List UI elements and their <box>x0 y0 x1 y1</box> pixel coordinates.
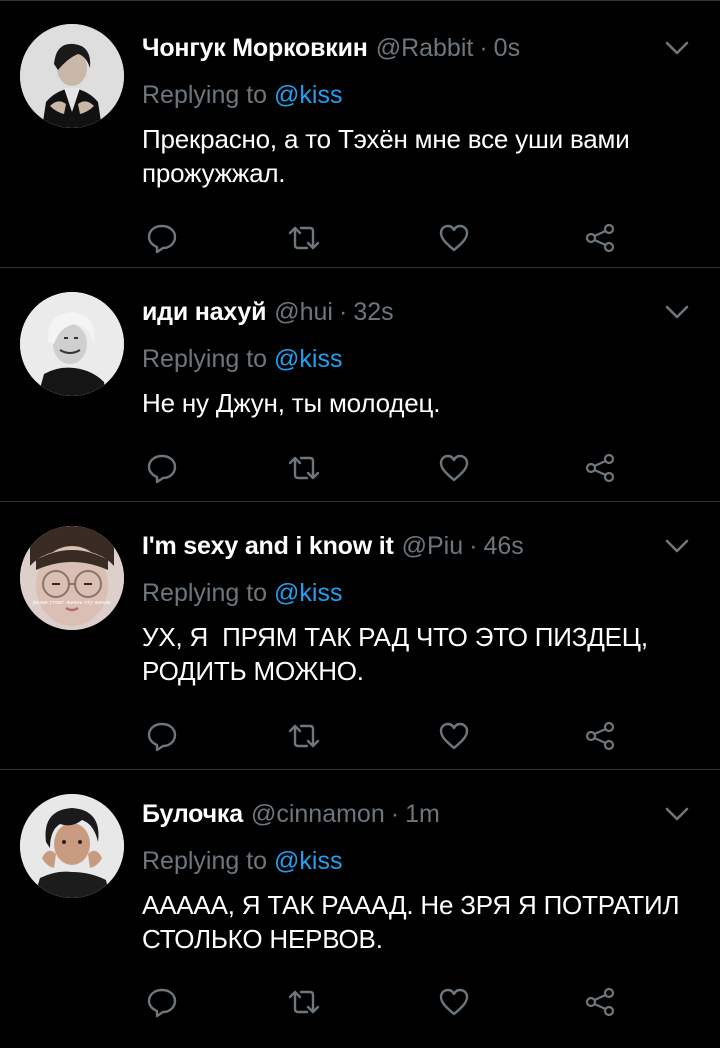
retweet-icon <box>288 226 320 250</box>
tweet-actions <box>142 448 622 488</box>
share-button[interactable] <box>580 982 620 1022</box>
like-button[interactable] <box>434 982 474 1022</box>
share-icon <box>585 721 615 751</box>
chevron-down-icon[interactable] <box>662 38 692 58</box>
separator-dot: · <box>390 800 400 828</box>
tweet-text: Прекрасно, а то Тэхён мне все уши вами п… <box>142 124 630 188</box>
share-icon <box>585 987 615 1017</box>
reply-button[interactable] <box>142 982 182 1022</box>
replying-to-handle[interactable]: @kiss <box>274 579 342 607</box>
heart-icon <box>439 224 469 252</box>
tweet[interactable]: Булочка @cinnamon · 1m Replying to @kiss… <box>0 770 720 1048</box>
separator-dot: · <box>479 34 488 62</box>
replying-to-label: Replying to <box>142 81 268 109</box>
tweet-text: УХ, Я ПРЯМ ТАК РАД ЧТО ЭТО ПИЗДЕЦ, РОДИТ… <box>142 622 655 686</box>
heart-icon <box>439 722 469 750</box>
tweet-actions <box>142 982 622 1022</box>
retweet-button[interactable] <box>284 218 324 258</box>
user-handle[interactable]: @hui <box>274 294 333 330</box>
tweet-header: Булочка @cinnamon · 1m <box>142 796 650 832</box>
comment-icon <box>147 454 177 484</box>
reply-button[interactable] <box>142 218 182 258</box>
chevron-down-icon[interactable] <box>662 804 692 824</box>
share-icon <box>585 453 615 483</box>
like-button[interactable] <box>434 218 474 258</box>
tweet-actions <box>142 218 622 258</box>
display-name[interactable]: Чонгук Морковкин <box>142 30 368 66</box>
display-name[interactable]: Булочка <box>142 796 243 832</box>
tweet[interactable]: разве стоит жизнь эту жизнь I'm sexy and… <box>0 502 720 770</box>
share-button[interactable] <box>580 448 620 488</box>
tweet-text: Не ну Джун, ты молодец. <box>142 388 441 418</box>
avatar-caption: разве стоит жизнь эту жизнь <box>33 600 111 606</box>
replying-to-handle[interactable]: @kiss <box>274 345 342 373</box>
timestamp[interactable]: 1m <box>405 796 440 832</box>
replying-to: Replying to @kiss <box>142 843 342 879</box>
reply-button[interactable] <box>142 716 182 756</box>
heart-icon <box>439 988 469 1016</box>
share-button[interactable] <box>580 218 620 258</box>
replying-to-label: Replying to <box>142 847 268 875</box>
avatar[interactable] <box>20 794 124 898</box>
chevron-down-icon[interactable] <box>662 302 692 322</box>
display-name[interactable]: I'm sexy and i know it <box>142 528 394 564</box>
comment-icon <box>147 224 177 254</box>
reply-button[interactable] <box>142 448 182 488</box>
separator-dot: · <box>469 532 478 560</box>
replying-to: Replying to @kiss <box>142 77 342 113</box>
avatar-photo <box>20 794 124 898</box>
replying-to: Replying to @kiss <box>142 575 342 611</box>
like-button[interactable] <box>434 716 474 756</box>
user-handle[interactable]: @Rabbit <box>376 30 474 66</box>
tweet-header: иди нахуй @hui · 32s <box>142 294 650 330</box>
retweet-icon <box>288 724 320 748</box>
replying-to-label: Replying to <box>142 579 268 607</box>
user-handle[interactable]: @Piu <box>402 528 464 564</box>
display-name[interactable]: иди нахуй <box>142 294 266 330</box>
retweet-button[interactable] <box>284 448 324 488</box>
avatar-photo <box>20 24 124 128</box>
share-icon <box>585 223 615 253</box>
comment-icon <box>147 722 177 752</box>
like-button[interactable] <box>434 448 474 488</box>
user-handle[interactable]: @cinnamon <box>251 796 385 832</box>
avatar-photo <box>20 292 124 396</box>
replying-to-handle[interactable]: @kiss <box>274 81 342 109</box>
avatar[interactable] <box>20 292 124 396</box>
share-button[interactable] <box>580 716 620 756</box>
retweet-icon <box>288 456 320 480</box>
tweet-header: I'm sexy and i know it @Piu · 46s <box>142 528 650 564</box>
timestamp[interactable]: 32s <box>353 294 393 330</box>
top-divider <box>0 0 720 1</box>
timestamp[interactable]: 46s <box>483 528 523 564</box>
timestamp[interactable]: 0s <box>494 30 520 66</box>
replying-to: Replying to @kiss <box>142 341 342 377</box>
replying-to-label: Replying to <box>142 345 268 373</box>
chevron-down-icon[interactable] <box>662 536 692 556</box>
separator-dot: · <box>339 298 348 326</box>
comment-icon <box>147 988 177 1018</box>
retweet-icon <box>288 990 320 1014</box>
tweet[interactable]: Чонгук Морковкин @Rabbit · 0s Replying t… <box>0 4 720 268</box>
retweet-button[interactable] <box>284 716 324 756</box>
tweet[interactable]: иди нахуй @hui · 32s Replying to @kiss Н… <box>0 268 720 502</box>
heart-icon <box>439 454 469 482</box>
tweet-header: Чонгук Морковкин @Rabbit · 0s <box>142 30 650 66</box>
avatar-photo: разве стоит жизнь эту жизнь <box>20 526 124 630</box>
avatar[interactable]: разве стоит жизнь эту жизнь <box>20 526 124 630</box>
tweet-actions <box>142 716 622 756</box>
retweet-button[interactable] <box>284 982 324 1022</box>
replying-to-handle[interactable]: @kiss <box>274 847 342 875</box>
avatar[interactable] <box>20 24 124 128</box>
tweet-text: ААААА, Я ТАК РАААД. Не ЗРЯ Я ПОТРАТИЛ СТ… <box>142 890 680 954</box>
